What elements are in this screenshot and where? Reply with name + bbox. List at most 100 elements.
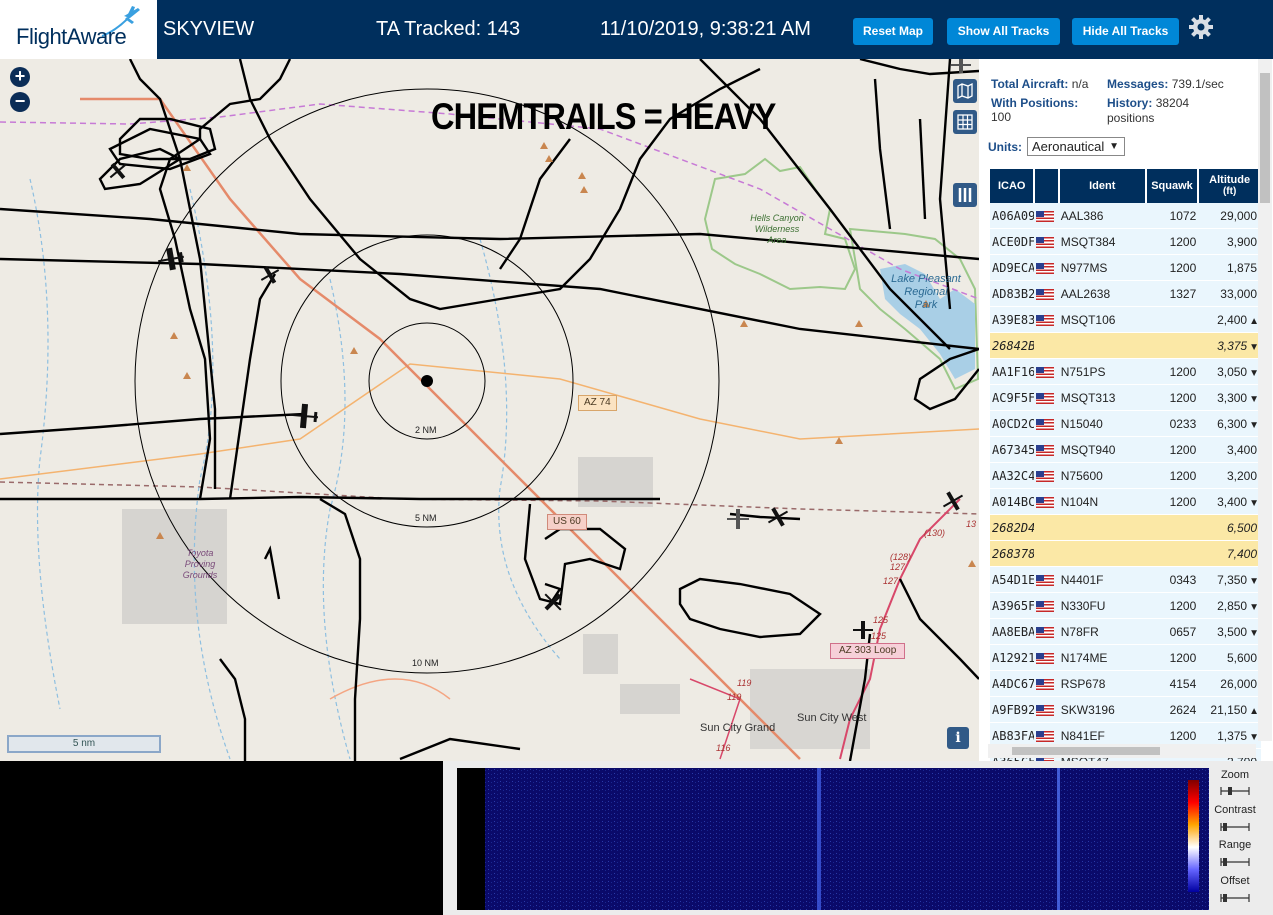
altitude-header-label: Altitude <box>1209 174 1251 186</box>
altitude-cell: 5,600 <box>1198 644 1261 671</box>
col-header-flag[interactable] <box>1034 169 1060 203</box>
show-all-tracks-button[interactable]: Show All Tracks <box>947 18 1060 45</box>
column-toggle-button[interactable] <box>953 183 977 207</box>
flag-cell <box>1034 228 1059 255</box>
altitude-value: 6,500 <box>1226 520 1257 535</box>
col-header-altitude[interactable]: Altitude (ft) <box>1198 169 1262 203</box>
col-header-icao[interactable]: ICAO <box>990 169 1036 203</box>
gear-icon[interactable] <box>1188 14 1214 40</box>
reset-map-button[interactable]: Reset Map <box>853 18 933 45</box>
table-row[interactable]: AD83B2 AAL2638 1327 33,000 <box>990 280 1261 307</box>
place-hells-canyon: Hells Canyon Wilderness Area <box>742 213 812 246</box>
altitude-cell: 33,000 <box>1198 280 1261 307</box>
track-line <box>499 138 571 270</box>
altitude-header-unit: (ft) <box>1222 186 1237 197</box>
table-row[interactable]: AA1F16 N751PS 1200 3,050 ▼ <box>990 358 1261 385</box>
grid-toggle-button[interactable] <box>953 110 977 134</box>
altitude-value: 7,400 <box>1226 546 1257 561</box>
table-row[interactable]: A39E83 MSQT106 2,400 ▲ <box>990 306 1261 333</box>
table-row[interactable]: 2682D4 6,500 <box>990 514 1261 541</box>
messages-stat: Messages: 739.1/sec <box>1107 77 1224 91</box>
chemtrails-caption: CHEMTRAILS = HEAVY <box>431 96 776 137</box>
squawk-cell: 4154 <box>1145 670 1199 697</box>
columns-icon <box>958 188 972 202</box>
history-unit: positions <box>1107 111 1155 125</box>
us-flag-icon <box>1036 392 1055 404</box>
table-row[interactable]: A9FB92 SKW3196 2624 21,150 ▲ <box>990 696 1261 723</box>
info-icon[interactable]: i <box>947 727 969 749</box>
altitude-value: 1,875 <box>1226 260 1257 275</box>
table-row[interactable]: A54D1E N4401F 0343 7,350 ▼ <box>990 566 1261 593</box>
flag-cell <box>1034 670 1059 697</box>
map-layers-button[interactable] <box>953 79 977 103</box>
scrollbar-thumb[interactable] <box>1260 73 1270 203</box>
tracked-count: TA Tracked: 143 <box>376 18 521 40</box>
horizontal-scrollbar[interactable] <box>988 744 1256 758</box>
road-shield-us60: US 60 <box>547 514 587 530</box>
waterfall-display[interactable] <box>457 768 1209 910</box>
exit-number: 119 <box>727 692 742 702</box>
range-slider[interactable] <box>1220 857 1250 867</box>
table-row[interactable]: AA8EBA N78FR 0657 3,500 ▼ <box>990 618 1261 645</box>
table-row[interactable]: AA32C4 N75600 1200 3,200 <box>990 462 1261 489</box>
zoom-out-button[interactable]: − <box>10 92 30 112</box>
vertical-scrollbar[interactable] <box>1258 59 1272 741</box>
icao-cell: 26842B <box>990 332 1035 359</box>
parcel-area-4 <box>750 669 870 749</box>
table-row[interactable]: A0CD2C N15040 0233 6,300 ▼ <box>990 410 1261 437</box>
flag-cell <box>1034 436 1059 463</box>
altitude-value: 3,900 <box>1226 234 1257 249</box>
squawk-cell: 1200 <box>1145 644 1199 671</box>
offset-slider[interactable] <box>1220 893 1250 903</box>
messages-label: Messages: <box>1107 77 1169 91</box>
squawk-cell: 1200 <box>1145 462 1199 489</box>
scrollbar-thumb[interactable] <box>1012 747 1160 755</box>
table-row[interactable]: AD9ECA N977MS 1200 1,875 <box>990 254 1261 281</box>
ident-cell: MSQT313 <box>1058 384 1146 411</box>
us-flag-icon <box>1036 704 1055 716</box>
contrast-slider[interactable] <box>1220 822 1250 832</box>
icao-cell: A4DC67 <box>990 670 1035 697</box>
altitude-value: 3,400 <box>1226 442 1257 457</box>
us-flag-icon <box>1036 496 1055 508</box>
logo-text: FlightAware <box>16 24 127 49</box>
zoom-control-label: Zoom <box>1220 769 1250 781</box>
track-line <box>0 257 979 351</box>
table-row[interactable]: A014BC N104N 1200 3,400 ▼ <box>990 488 1261 515</box>
flag-cell <box>1034 696 1059 723</box>
altitude-cell: 3,400 <box>1198 436 1261 463</box>
squawk-cell <box>1145 540 1199 567</box>
table-row[interactable]: ACE0DF MSQT384 1200 3,900 <box>990 228 1261 255</box>
col-header-ident[interactable]: Ident <box>1058 169 1147 203</box>
table-row[interactable]: AC9F5F MSQT313 1200 3,300 ▼ <box>990 384 1261 411</box>
zoom-slider[interactable] <box>1220 786 1250 796</box>
aircraft-icon <box>289 403 319 429</box>
table-row[interactable]: A67345 MSQT940 1200 3,400 <box>990 436 1261 463</box>
history-value: 38204 <box>1155 96 1190 110</box>
ident-cell: SKW3196 <box>1058 696 1146 723</box>
table-row[interactable]: A3965F N330FU 1200 2,850 ▼ <box>990 592 1261 619</box>
table-row[interactable]: A12921 N174ME 1200 5,600 <box>990 644 1261 671</box>
altitude-value: 3,300 <box>1217 390 1248 405</box>
track-line <box>263 545 281 600</box>
hide-all-tracks-button[interactable]: Hide All Tracks <box>1072 18 1179 45</box>
flightaware-logo[interactable]: FlightAware <box>0 0 157 59</box>
flag-cell <box>1034 358 1059 385</box>
altitude-cell: 2,850 ▼ <box>1198 592 1261 619</box>
map-view[interactable]: CHEMTRAILS = HEAVY 2 NM 5 NM 10 NM AZ 74… <box>0 59 979 761</box>
table-row[interactable]: 26842B 3,375 ▼ <box>990 332 1261 359</box>
table-row[interactable]: A06A09 AAL386 1072 29,000 <box>990 203 1261 229</box>
flag-cell <box>1034 540 1059 567</box>
table-row[interactable]: 268378 7,400 <box>990 540 1261 567</box>
table-row[interactable]: A4DC67 RSP678 4154 26,000 <box>990 670 1261 697</box>
zoom-in-button[interactable]: + <box>10 67 30 87</box>
col-header-squawk[interactable]: Squawk <box>1145 169 1200 203</box>
flag-cell <box>1034 280 1059 307</box>
ident-cell: N330FU <box>1058 592 1146 619</box>
flag-cell <box>1034 566 1059 593</box>
exit-number: (128) <box>890 552 912 562</box>
units-select[interactable]: Aeronautical ▼ <box>1027 137 1125 156</box>
icao-cell: A9FB92 <box>990 696 1035 723</box>
altitude-cell: 3,500 ▼ <box>1198 618 1261 645</box>
icao-cell: A12921 <box>990 644 1035 671</box>
